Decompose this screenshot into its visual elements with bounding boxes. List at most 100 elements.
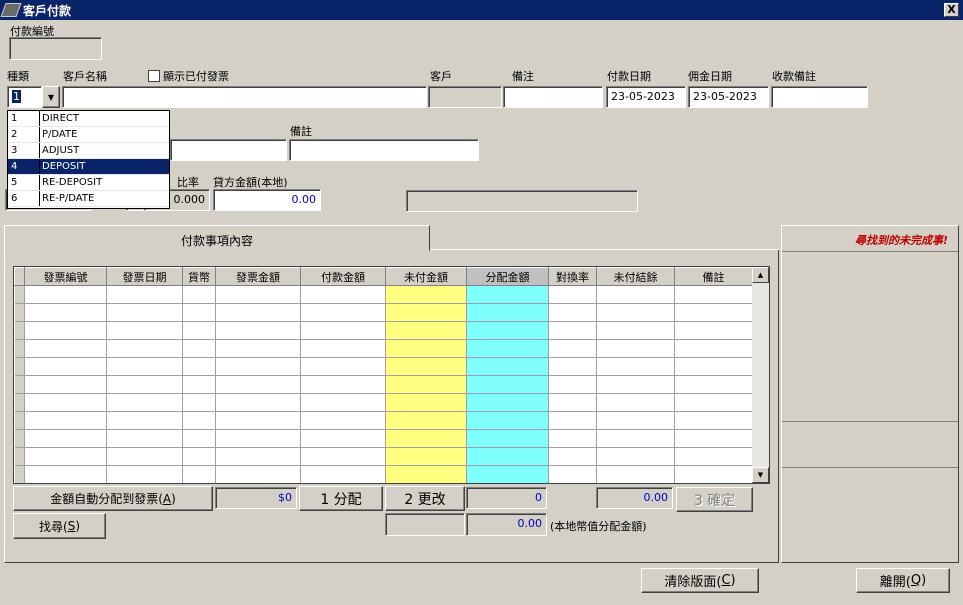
- grid-cell[interactable]: [596, 465, 675, 483]
- grid-cell[interactable]: [106, 465, 183, 483]
- table-row[interactable]: [14, 339, 753, 358]
- type-select[interactable]: 1: [7, 86, 42, 108]
- grid-cell[interactable]: [300, 465, 386, 483]
- row-header[interactable]: [14, 411, 25, 430]
- column-header[interactable]: 未付金額: [385, 267, 467, 286]
- grid-cell[interactable]: [385, 285, 467, 304]
- close-button[interactable]: X: [944, 3, 959, 17]
- grid-cell[interactable]: [215, 447, 301, 466]
- row-header[interactable]: [14, 357, 25, 376]
- grid-cell[interactable]: [24, 321, 107, 340]
- exit-button[interactable]: 離開(Q): [856, 568, 950, 593]
- column-header[interactable]: 貨幣: [182, 267, 216, 286]
- grid-cell[interactable]: [182, 411, 216, 430]
- grid-cell[interactable]: [24, 465, 107, 483]
- grid-cell[interactable]: [215, 393, 301, 412]
- grid-cell[interactable]: [182, 465, 216, 483]
- table-row[interactable]: [14, 375, 753, 394]
- grid-cell[interactable]: [385, 303, 467, 322]
- grid-cell[interactable]: [300, 321, 386, 340]
- grid-cell[interactable]: [106, 411, 183, 430]
- column-header[interactable]: 發票編號: [24, 267, 107, 286]
- grid-cell[interactable]: [596, 393, 675, 412]
- grid-cell[interactable]: [674, 357, 753, 376]
- grid-cell[interactable]: [674, 303, 753, 322]
- grid-scrollbar[interactable]: ▲ ▼: [752, 267, 769, 483]
- table-row[interactable]: [14, 411, 753, 430]
- grid-cell[interactable]: [466, 447, 549, 466]
- row-header[interactable]: [14, 285, 25, 304]
- grid-cell[interactable]: [385, 357, 467, 376]
- grid-cell[interactable]: [596, 303, 675, 322]
- grid-cell[interactable]: [466, 357, 549, 376]
- grid-cell[interactable]: [106, 429, 183, 448]
- grid-cell[interactable]: [215, 429, 301, 448]
- grid-cell[interactable]: [215, 339, 301, 358]
- grid-cell[interactable]: [674, 429, 753, 448]
- confirm-button[interactable]: 3 確定: [676, 487, 753, 512]
- column-header[interactable]: 備註: [674, 267, 753, 286]
- grid-cell[interactable]: [300, 303, 386, 322]
- dropdown-option[interactable]: 1 DIRECT: [8, 111, 169, 127]
- grid-cell[interactable]: [674, 411, 753, 430]
- table-row[interactable]: [14, 447, 753, 466]
- grid-cell[interactable]: [182, 429, 216, 448]
- change-button[interactable]: 2 更改: [385, 486, 465, 511]
- type-dropdown-list[interactable]: 1 DIRECT 2 P/DATE 3 ADJUST 4 DEPOSIT 5 RE-DEP…: [7, 110, 170, 209]
- column-header[interactable]: 發票金額: [215, 267, 301, 286]
- grid-cell[interactable]: [300, 339, 386, 358]
- grid-cell[interactable]: [466, 411, 549, 430]
- grid-cell[interactable]: [300, 357, 386, 376]
- grid-cell[interactable]: [215, 303, 301, 322]
- pay-date-field[interactable]: 23-05-2023: [606, 86, 686, 108]
- dropdown-option[interactable]: 2 P/DATE: [8, 127, 169, 143]
- grid-cell[interactable]: [385, 375, 467, 394]
- dropdown-option[interactable]: 5 RE-DEPOSIT: [8, 175, 169, 191]
- grid-cell[interactable]: [674, 285, 753, 304]
- grid-cell[interactable]: [300, 393, 386, 412]
- grid-cell[interactable]: [674, 393, 753, 412]
- grid-cell[interactable]: [548, 375, 597, 394]
- grid-cell[interactable]: [674, 321, 753, 340]
- grid-cell[interactable]: [596, 375, 675, 394]
- type-dropdown-button[interactable]: ▼: [42, 86, 60, 108]
- grid-cell[interactable]: [106, 321, 183, 340]
- dropdown-option-selected[interactable]: 4 DEPOSIT: [8, 159, 169, 175]
- column-header[interactable]: 未付結餘: [596, 267, 675, 286]
- grid-cell[interactable]: [596, 357, 675, 376]
- grid-cell[interactable]: [548, 321, 597, 340]
- grid-cell[interactable]: [548, 465, 597, 483]
- grid-cell[interactable]: [215, 375, 301, 394]
- tab-payment-details[interactable]: 付款事項內容: [4, 225, 430, 251]
- receipt-remark-field[interactable]: [771, 86, 868, 108]
- grid-cell[interactable]: [106, 447, 183, 466]
- row-header[interactable]: [14, 375, 25, 394]
- grid-cell[interactable]: [548, 393, 597, 412]
- grid-cell[interactable]: [548, 339, 597, 358]
- grid-cell[interactable]: [674, 465, 753, 483]
- grid-cell[interactable]: [300, 429, 386, 448]
- grid-cell[interactable]: [596, 285, 675, 304]
- row-header[interactable]: [14, 429, 25, 448]
- grid-cell[interactable]: [182, 303, 216, 322]
- show-paid-checkbox-group[interactable]: 顯示已付發票: [148, 68, 229, 84]
- grid-cell[interactable]: [385, 411, 467, 430]
- grid-cell[interactable]: [385, 339, 467, 358]
- remark-field[interactable]: [503, 86, 603, 108]
- dropdown-option[interactable]: 6 RE-P/DATE: [8, 191, 169, 207]
- allocate-button[interactable]: 1 分配: [299, 486, 383, 511]
- grid-cell[interactable]: [182, 321, 216, 340]
- grid-cell[interactable]: [300, 285, 386, 304]
- grid-cell[interactable]: [674, 375, 753, 394]
- invoice-grid[interactable]: 發票編號 發票日期 貨幣 發票金額 付款金額 未付金額 分配金額 對換率 未付結…: [13, 266, 770, 484]
- grid-cell[interactable]: [466, 429, 549, 448]
- find-button[interactable]: 找尋(S): [13, 513, 106, 539]
- remark2-field[interactable]: [289, 139, 479, 161]
- grid-cell[interactable]: [385, 447, 467, 466]
- grid-cell[interactable]: [300, 447, 386, 466]
- credit-local-field[interactable]: 0.00: [213, 189, 321, 211]
- grid-cell[interactable]: [674, 339, 753, 358]
- table-row[interactable]: [14, 321, 753, 340]
- payment-no-field[interactable]: [9, 37, 102, 60]
- grid-cell[interactable]: [106, 393, 183, 412]
